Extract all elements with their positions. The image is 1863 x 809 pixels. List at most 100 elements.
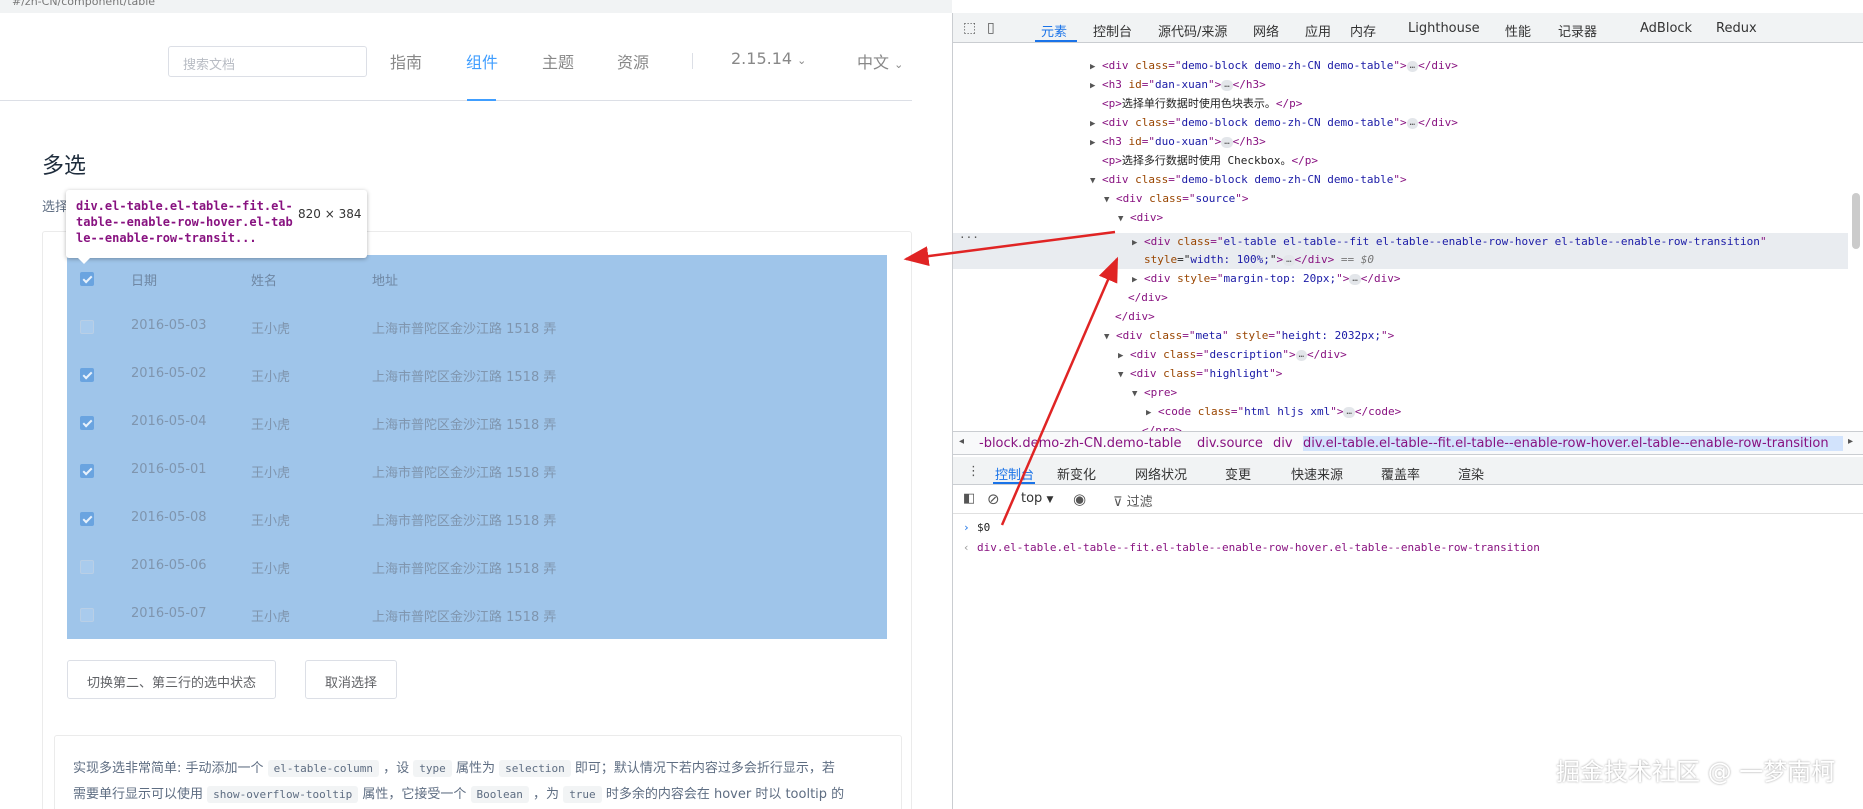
version-select[interactable]: 2.15.14 ⌄ [731, 49, 806, 68]
console-input-line[interactable]: › $0 [953, 517, 1863, 539]
dom-node[interactable]: ▶ <div class="demo-block demo-zh-CN demo-… [1090, 56, 1458, 75]
row-checkbox[interactable] [80, 368, 94, 382]
ellipsis-icon[interactable]: … [1349, 274, 1361, 285]
dom-node[interactable]: ▶ <h3 id="duo-xuan">… </h3> [1090, 132, 1266, 151]
ellipsis-icon[interactable]: … [1406, 118, 1419, 129]
dom-node-selected[interactable]: ▶ <div class="el-table el-table--fit el-t… [1132, 232, 1767, 251]
drawer-tab-console[interactable]: 控制台 [995, 464, 1034, 483]
inspect-element-icon[interactable]: ⬚ [963, 20, 979, 36]
chevron-left-icon[interactable]: ◂ [959, 436, 964, 447]
table-row[interactable]: 2016-05-01 王小虎 上海市普陀区金沙江路 1518 弄 [67, 447, 887, 495]
dom-node-selected-attrs[interactable]: style="width: 100%;">… </div> == $0 [1144, 250, 1374, 269]
collapse-triangle-icon[interactable]: ▼ [1104, 328, 1116, 347]
tab-lighthouse[interactable]: Lighthouse [1408, 21, 1480, 36]
toggle-selection-button[interactable]: 切换第二、第三行的选中状态 [67, 660, 277, 699]
desc-code: show-overflow-tooltip [207, 786, 359, 803]
drawer-tab-coverage[interactable]: 覆盖率 [1381, 464, 1420, 483]
collapse-triangle-icon[interactable]: ▼ [1118, 210, 1130, 229]
collapse-triangle-icon[interactable]: ▼ [1118, 366, 1130, 385]
collapse-triangle-icon[interactable]: ▼ [1132, 385, 1144, 404]
console-toolbar: ◧ ⊘ top ▼ ◉ ⊽ 过滤 [953, 486, 1863, 514]
tab-recorder[interactable]: 记录器 [1558, 21, 1597, 40]
context-select[interactable]: top ▼ [1021, 491, 1053, 506]
filter-input[interactable]: ⊽ 过滤 [1113, 491, 1153, 510]
dom-node[interactable]: ▼ <pre> [1132, 383, 1177, 402]
dom-node[interactable]: </div> [1128, 288, 1168, 307]
table-row[interactable]: 2016-05-04 王小虎 上海市普陀区金沙江路 1518 弄 [67, 399, 887, 447]
drawer-tab-changes[interactable]: 变更 [1225, 464, 1251, 483]
sidebar-toggle-icon[interactable]: ◧ [963, 491, 975, 506]
tab-redux[interactable]: Redux [1716, 21, 1757, 36]
eye-icon[interactable]: ◉ [1073, 490, 1086, 508]
tab-console[interactable]: 控制台 [1093, 21, 1132, 40]
row-checkbox[interactable] [80, 608, 94, 622]
clear-console-icon[interactable]: ⊘ [987, 490, 1000, 508]
drawer-tabbar: ⋮ 控制台 新变化 网络状况 变更 快速来源 覆盖率 渲染 [953, 457, 1863, 485]
dom-node[interactable]: </div> [1115, 307, 1155, 326]
ellipsis-icon[interactable]: … [1283, 255, 1295, 266]
expand-triangle-icon[interactable]: ▶ [1090, 134, 1102, 153]
tab-adblock[interactable]: AdBlock [1640, 21, 1692, 36]
dom-node[interactable]: ▶ <code class="html hljs xml">… </code> [1146, 402, 1401, 421]
tab-network[interactable]: 网络 [1253, 21, 1279, 40]
dom-scrollbar-thumb[interactable] [1852, 193, 1860, 249]
table-row[interactable]: 2016-05-07 王小虎 上海市普陀区金沙江路 1518 弄 [67, 591, 887, 639]
ellipsis-icon[interactable]: … [1221, 80, 1233, 91]
row-checkbox[interactable] [80, 512, 94, 526]
select-all-checkbox[interactable] [80, 272, 94, 286]
table-row[interactable]: 2016-05-06 王小虎 上海市普陀区金沙江路 1518 弄 [67, 543, 887, 591]
nav-link-guide[interactable]: 指南 [390, 49, 422, 73]
device-toolbar-icon[interactable]: ▯ [987, 20, 1003, 36]
chevron-right-icon[interactable]: ▸ [1848, 436, 1853, 447]
drawer-tab-whats-new[interactable]: 新变化 [1057, 464, 1096, 483]
nav-link-component[interactable]: 组件 [466, 49, 498, 73]
nav-link-theme[interactable]: 主题 [542, 49, 574, 73]
breadcrumb-item[interactable]: div.source [1197, 436, 1263, 451]
expand-triangle-icon[interactable]: ▶ [1090, 77, 1102, 96]
dom-node[interactable]: <p>选择单行数据时使用色块表示。</p> [1102, 94, 1302, 113]
tab-application[interactable]: 应用 [1305, 21, 1331, 40]
clear-selection-button[interactable]: 取消选择 [305, 660, 398, 699]
table-row[interactable]: 2016-05-08 王小虎 上海市普陀区金沙江路 1518 弄 [67, 495, 887, 543]
tab-performance[interactable]: 性能 [1505, 21, 1531, 40]
drawer-tab-network-conditions[interactable]: 网络状况 [1135, 464, 1187, 483]
more-tools-icon[interactable]: ⋮ [967, 464, 980, 479]
ellipsis-icon[interactable]: … [1343, 407, 1355, 418]
dom-node[interactable]: ▼ <div class="source"> [1104, 189, 1249, 208]
ellipsis-icon[interactable]: … [1295, 350, 1308, 361]
dom-node[interactable]: ▶ <div style="margin-top: 20px;">… </div> [1132, 269, 1401, 288]
row-checkbox[interactable] [80, 416, 94, 430]
dom-node[interactable]: ▼ <div class="demo-block demo-zh-CN demo-… [1090, 170, 1407, 189]
language-select[interactable]: 中文 ⌄ [857, 49, 903, 73]
tab-memory[interactable]: 内存 [1350, 21, 1376, 40]
console-input[interactable]: $0 [977, 517, 990, 539]
console-output[interactable]: div.el-table.el-table--fit.el-table--ena… [977, 537, 1540, 559]
dom-node[interactable]: ▶ <h3 id="dan-xuan">… </h3> [1090, 75, 1266, 94]
dom-node[interactable]: ▼ <div> [1118, 208, 1163, 227]
dom-node[interactable]: ▶ <div class="description">… </div> [1118, 345, 1347, 364]
ellipsis-icon[interactable]: … [1406, 61, 1419, 72]
collapse-triangle-icon[interactable]: ▼ [1104, 191, 1116, 210]
table-row[interactable]: 2016-05-02 王小虎 上海市普陀区金沙江路 1518 弄 [67, 351, 887, 399]
breadcrumb-item-current[interactable]: div.el-table.el-table--fit.el-table--ena… [1303, 436, 1843, 451]
drawer-tab-quick-source[interactable]: 快速来源 [1291, 464, 1343, 483]
ellipsis-icon[interactable]: … [1221, 137, 1233, 148]
row-checkbox[interactable] [80, 464, 94, 478]
dom-node[interactable]: ▶ <div class="demo-block demo-zh-CN demo-… [1090, 113, 1458, 132]
breadcrumb-item[interactable]: div [1273, 436, 1293, 451]
nav-link-resource[interactable]: 资源 [617, 49, 649, 73]
table-row[interactable]: 2016-05-03 王小虎 上海市普陀区金沙江路 1518 弄 [67, 303, 887, 351]
tab-sources[interactable]: 源代码/来源 [1158, 21, 1227, 40]
drawer-tab-rendering[interactable]: 渲染 [1458, 464, 1484, 483]
search-input[interactable]: 搜索文档 [168, 46, 367, 77]
tab-elements[interactable]: 元素 [1041, 21, 1067, 40]
dom-node[interactable]: <p>选择多行数据时使用 Checkbox。</p> [1102, 151, 1318, 170]
row-checkbox[interactable] [80, 320, 94, 334]
dom-node[interactable]: ▼ <div class="highlight"> [1118, 364, 1282, 383]
node-actions-icon[interactable]: ··· [959, 228, 979, 247]
expand-triangle-icon[interactable]: ▶ [1132, 234, 1144, 253]
row-checkbox[interactable] [80, 560, 94, 574]
breadcrumb-item[interactable]: -block.demo-zh-CN.demo-table [979, 436, 1182, 451]
dom-node[interactable]: ▼ <div class="meta" style="height: 2032px… [1104, 326, 1394, 345]
collapse-triangle-icon[interactable]: ▼ [1090, 172, 1102, 191]
